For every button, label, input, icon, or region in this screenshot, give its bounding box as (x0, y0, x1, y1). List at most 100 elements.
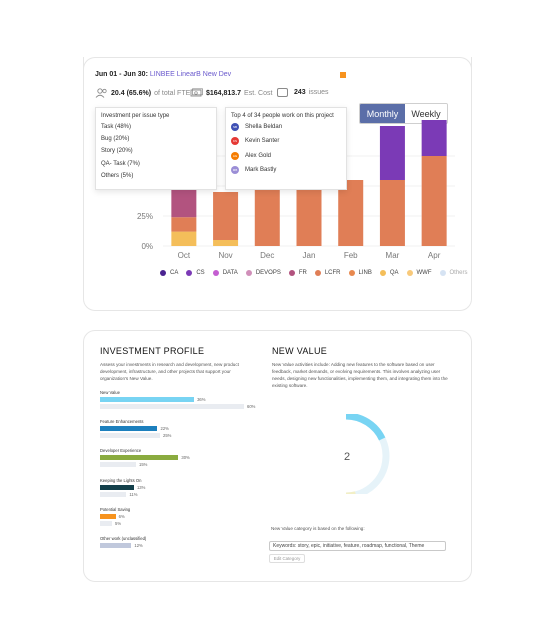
legend-item[interactable]: DEVOPS (245, 270, 281, 276)
person-row[interactable]: KS Kevin Santer (231, 137, 341, 146)
legend-item[interactable]: DATA (212, 270, 238, 276)
date-range: Jun 01 - Jun 30: (95, 71, 148, 78)
bar-segment-cs[interactable] (379, 126, 405, 180)
investment-bar-current[interactable] (100, 455, 179, 461)
investment-bar-current[interactable] (100, 484, 134, 490)
bar-segment-lcfr[interactable] (421, 156, 447, 246)
x-tick-label: Feb (344, 251, 358, 260)
investment-label: Feature Enhancements (100, 419, 144, 425)
legend-label: FR (298, 270, 307, 276)
legend-item[interactable]: Others (439, 270, 468, 276)
investment-label: Potential Saving (100, 506, 131, 512)
legend-item[interactable]: QA (379, 270, 399, 276)
bar-segment-qa[interactable] (213, 240, 239, 246)
investment-bar-current[interactable] (100, 397, 195, 402)
x-tick-label: Mar (386, 251, 400, 260)
legend-swatch (379, 270, 386, 276)
bar-segment-lcfr[interactable] (379, 180, 405, 246)
person-row[interactable]: SB Shella Beldan (231, 123, 341, 131)
project-header: Jun 01 - Jun 30: LINBEE LinearB New Dev (95, 71, 231, 78)
y-tick-label: 25% (137, 212, 153, 221)
investment-bar-current[interactable] (100, 426, 158, 432)
legend-item[interactable]: FR (288, 270, 307, 276)
card-top-rim (83, 57, 472, 71)
investment-value-benchmark: 11% (129, 491, 138, 497)
legend-swatch (348, 270, 355, 276)
investment-bar-current[interactable] (100, 513, 116, 519)
money-icon (190, 88, 203, 97)
investment-bar-benchmark (100, 491, 127, 497)
bar-segment-lcfr[interactable] (171, 217, 197, 232)
investment-label: Keeping the Lights On (100, 477, 142, 483)
cost-label: Est. Cost (244, 89, 273, 97)
legend-label: LCFR (324, 270, 341, 276)
person-row[interactable]: MB Mark Bastly (231, 166, 341, 175)
legend-item[interactable]: LCFR (314, 270, 341, 276)
x-tick-label: Apr (428, 251, 441, 260)
investment-profile-title: INVESTMENT PROFILE (100, 346, 205, 356)
legend-label: LINB (358, 270, 372, 276)
legend-swatch (245, 270, 252, 276)
legend-swatch (406, 270, 413, 276)
person-name: Mark Bastly (245, 167, 277, 174)
legend-item[interactable]: LINB (348, 270, 372, 276)
avatar: SB (231, 123, 239, 131)
people-popup-title: Top 4 of 34 people work on this project (231, 113, 334, 119)
legend-swatch (439, 270, 446, 276)
x-tick-label: Nov (218, 251, 232, 260)
issue-type-row: QA- Task (7%) (101, 160, 140, 167)
investment-value-benchmark: 25% (163, 433, 172, 439)
legend-item[interactable]: CA (160, 270, 178, 276)
legend-item[interactable]: CS (186, 270, 205, 276)
x-tick-label: Oct (178, 251, 191, 260)
avatar: KS (231, 137, 239, 146)
legend-swatch (288, 270, 295, 276)
person-row[interactable]: AG Alex Gold (231, 151, 341, 160)
new-value-gauge: 2 (344, 414, 390, 494)
person-name: Shella Beldan (245, 124, 283, 130)
investment-value-current: 13% (136, 484, 146, 490)
investment-bar-current[interactable] (100, 543, 132, 548)
investment-profile-description: Assess your investments in research and … (100, 362, 239, 381)
fte-stat: 20.4 (65.6%) of total FTE (95, 88, 190, 98)
legend-item[interactable]: WWF (406, 270, 432, 276)
investment-bar-benchmark (100, 462, 136, 468)
legend-label: CS (196, 270, 205, 276)
fte-label: of total FTE (154, 89, 191, 97)
top-people-popup: Top 4 of 34 people work on this project … (225, 107, 347, 190)
edit-category-button[interactable]: Edit Category (269, 554, 305, 563)
legend-label: DATA (222, 270, 238, 276)
investment-value-current: 12% (134, 543, 143, 548)
gauge-fill (345, 414, 386, 441)
investment-label: Other work (unclassified) (100, 536, 147, 541)
legend-swatch (186, 270, 193, 276)
investment-bar-benchmark (100, 433, 160, 439)
basis-text: New Value category is based on the follo… (271, 526, 365, 531)
keywords-field[interactable]: Keywords: story, epic, initiative, featu… (269, 541, 446, 551)
y-tick-label: 0% (141, 242, 153, 251)
issue-type-popup: Investment per issue type Task (48%) Bug… (95, 107, 217, 190)
project-name[interactable]: LINBEE LinearB New Dev (150, 71, 231, 78)
investment-value-current: 30% (181, 455, 190, 461)
issues-stat: 243 issues (277, 88, 329, 97)
cost-value: $164,813.7 (206, 89, 242, 97)
legend-label: WWF (416, 270, 432, 276)
x-tick-label: Jan (303, 251, 316, 260)
new-value-title: NEW VALUE (272, 346, 328, 356)
investment-value-benchmark: 60% (247, 404, 256, 409)
avatar: MB (231, 166, 239, 175)
cost-stat: $164,813.7 Est. Cost (190, 88, 272, 98)
legend-swatch (160, 270, 166, 276)
issue-type-row: Others (5%) (101, 172, 134, 179)
avatar: AG (231, 151, 239, 160)
bar-segment-qa[interactable] (171, 231, 197, 246)
issue-type-row: Task (48%) (101, 124, 132, 130)
issue-type-row: Story (20%) (101, 148, 133, 155)
bar-segment-lcfr[interactable] (213, 192, 239, 240)
investment-label: Developer Experience (100, 448, 142, 454)
legend-label: Others (449, 270, 468, 276)
person-name: Alex Gold (245, 152, 272, 159)
legend-label: CA (170, 270, 179, 276)
bar-segment-cs[interactable] (421, 120, 447, 156)
legend-swatch (314, 270, 321, 276)
